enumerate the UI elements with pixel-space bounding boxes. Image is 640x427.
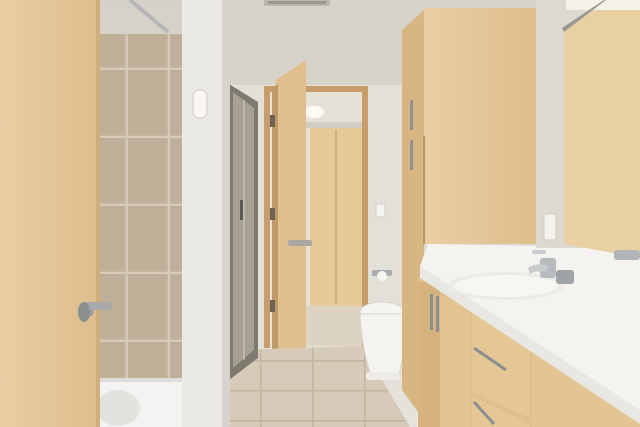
ceiling-light: [304, 106, 324, 118]
ceiling-vent: [264, 0, 330, 6]
wall-mounted-fixture: [614, 250, 640, 260]
bathtub: [96, 378, 182, 427]
hallway-closet-door: [310, 128, 362, 306]
light-switch: [375, 203, 386, 218]
open-door-foreground: [0, 0, 100, 427]
tiled-shower-wall: [100, 34, 182, 380]
glass-shower-door: [229, 84, 258, 380]
wall-mounted-fixture: [192, 89, 208, 119]
open-interior-door: [270, 60, 312, 386]
wall-outlet: [543, 213, 557, 241]
bathroom-photo: [0, 0, 640, 427]
